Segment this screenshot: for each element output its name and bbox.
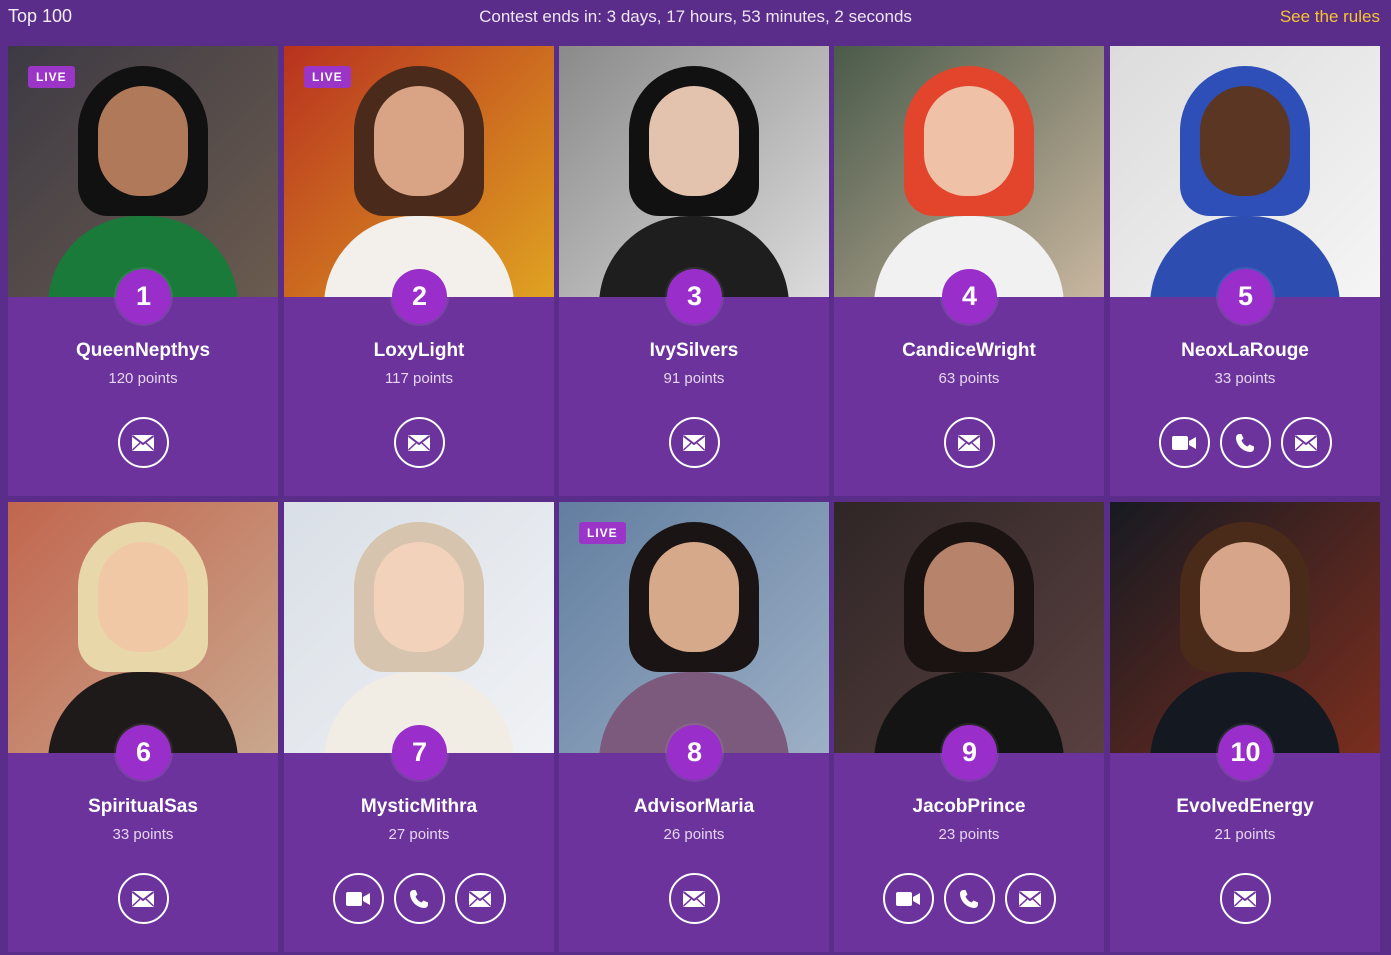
contact-actions [1110,873,1380,929]
message-button[interactable] [1219,873,1271,924]
advisor-points: 91 points [663,370,725,387]
advisor-card[interactable]: 10 EvolvedEnergy 21 points [1110,502,1380,952]
rank-badge: 5 [1218,269,1273,324]
video-camera-icon [345,890,371,908]
message-button[interactable] [943,417,995,468]
advisor-name[interactable]: EvolvedEnergy [1110,796,1380,818]
advisor-name[interactable]: LoxyLight [284,340,554,362]
contact-actions [559,417,829,473]
envelope-icon [682,890,706,908]
live-badge: LIVE [579,522,626,544]
envelope-icon [131,890,155,908]
message-button[interactable] [668,873,720,924]
message-button[interactable] [117,417,169,468]
video-camera-icon [1171,434,1197,452]
video-call-button[interactable] [1158,417,1210,468]
video-call-button[interactable] [882,873,934,924]
envelope-icon [1018,890,1042,908]
contact-actions [8,417,278,473]
video-camera-icon [895,890,921,908]
contact-actions [1110,417,1380,473]
contact-actions [834,873,1104,929]
advisor-photo[interactable] [284,502,554,753]
live-badge: LIVE [28,66,75,88]
advisor-points: 33 points [112,826,174,843]
advisor-name[interactable]: NeoxLaRouge [1110,340,1380,362]
message-button[interactable] [1280,417,1332,468]
advisor-points: 23 points [938,826,1000,843]
envelope-icon [407,434,431,452]
video-call-button[interactable] [332,873,384,924]
advisor-name[interactable]: QueenNepthys [8,340,278,362]
advisor-card[interactable]: 3 IvySilvers 91 points [559,46,829,496]
message-button[interactable] [117,873,169,924]
advisor-photo[interactable] [559,46,829,297]
envelope-icon [131,434,155,452]
advisor-name[interactable]: SpiritualSas [8,796,278,818]
rank-badge: 3 [667,269,722,324]
message-button[interactable] [454,873,506,924]
rank-badge: 1 [116,269,171,324]
advisor-photo[interactable] [1110,502,1380,753]
phone-icon [1234,432,1256,454]
advisor-photo[interactable] [1110,46,1380,297]
rank-badge: 10 [1218,725,1273,780]
advisor-points: 33 points [1214,370,1276,387]
advisor-points: 120 points [108,370,178,387]
advisor-name[interactable]: AdvisorMaria [559,796,829,818]
rank-badge: 7 [392,725,447,780]
advisor-card[interactable]: 4 CandiceWright 63 points [834,46,1104,496]
advisor-points: 21 points [1214,826,1276,843]
live-badge: LIVE [304,66,351,88]
envelope-icon [1233,890,1257,908]
envelope-icon [1294,434,1318,452]
see-rules-link[interactable]: See the rules [1280,7,1380,27]
advisor-photo[interactable] [834,46,1104,297]
envelope-icon [957,434,981,452]
phone-call-button[interactable] [393,873,445,924]
advisor-card[interactable]: LIVE 1 QueenNepthys 120 points [8,46,278,496]
envelope-icon [682,434,706,452]
contact-actions [284,417,554,473]
envelope-icon [468,890,492,908]
message-button[interactable] [1004,873,1056,924]
advisor-card[interactable]: 9 JacobPrince 23 points [834,502,1104,952]
advisor-name[interactable]: IvySilvers [559,340,829,362]
phone-icon [958,888,980,910]
phone-call-button[interactable] [943,873,995,924]
advisor-points: 63 points [938,370,1000,387]
top-bar: Top 100 Contest ends in: 3 days, 17 hour… [0,0,1391,34]
rank-badge: 4 [942,269,997,324]
advisor-name[interactable]: MysticMithra [284,796,554,818]
contact-actions [8,873,278,929]
phone-call-button[interactable] [1219,417,1271,468]
message-button[interactable] [393,417,445,468]
advisor-name[interactable]: JacobPrince [834,796,1104,818]
advisor-card[interactable]: LIVE 2 LoxyLight 117 points [284,46,554,496]
advisor-photo[interactable] [834,502,1104,753]
advisor-photo[interactable] [8,502,278,753]
contact-actions [284,873,554,929]
message-button[interactable] [668,417,720,468]
rank-badge: 9 [942,725,997,780]
advisor-name[interactable]: CandiceWright [834,340,1104,362]
advisor-card[interactable]: 7 MysticMithra 27 points [284,502,554,952]
contact-actions [559,873,829,929]
advisor-points: 27 points [388,826,450,843]
advisor-points: 117 points [384,370,454,387]
advisor-card[interactable]: 5 NeoxLaRouge 33 points [1110,46,1380,496]
advisor-card[interactable]: 6 SpiritualSas 33 points [8,502,278,952]
contest-timer: Contest ends in: 3 days, 17 hours, 53 mi… [479,7,912,26]
rank-badge: 6 [116,725,171,780]
rank-badge: 8 [667,725,722,780]
contact-actions [834,417,1104,473]
advisor-points: 26 points [663,826,725,843]
phone-icon [408,888,430,910]
advisor-card[interactable]: LIVE 8 AdvisorMaria 26 points [559,502,829,952]
rank-badge: 2 [392,269,447,324]
